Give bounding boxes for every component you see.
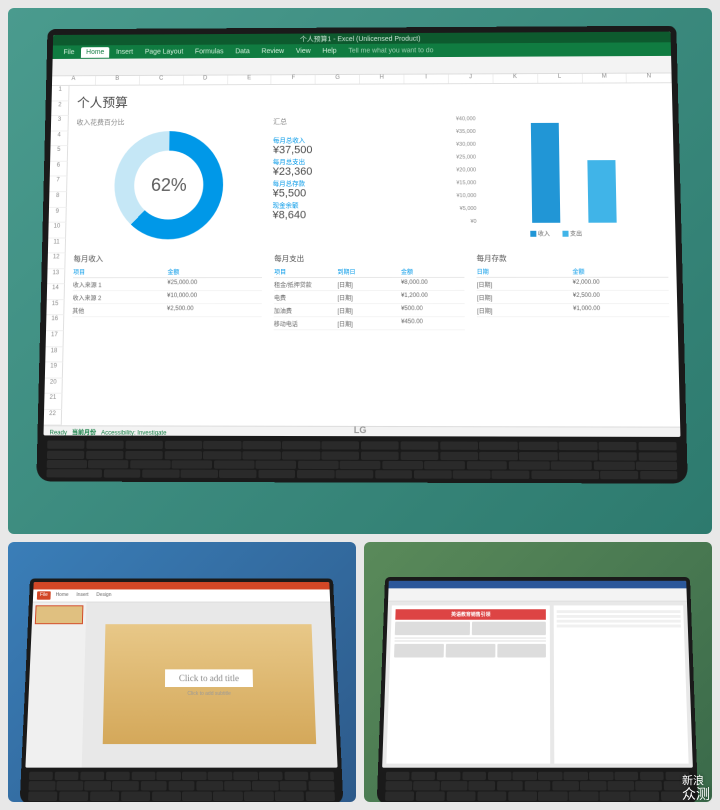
excel-photo: 个人预算1 - Excel (Unlicensed Product) File … (8, 8, 712, 534)
sheet-content[interactable]: 个人预算 收入花费百分比 62% 汇总 每月总收入¥37,500每月总支出¥23… (62, 83, 681, 427)
ppt-ribbon[interactable]: File Home Insert Design (33, 590, 331, 603)
word-window: 英语教育销售引领 (383, 581, 694, 768)
donut-pct: 62% (134, 151, 204, 220)
expense-table[interactable]: 每月支出项目到期日金额租金/抵押贷款[日期]¥8,000.00电费[日期]¥1,… (274, 253, 465, 330)
doc-heading: 英语教育销售引领 (396, 609, 547, 620)
savings-table[interactable]: 每月存款日期金额[日期]¥2,000.00[日期]¥2,500.00[日期]¥1… (476, 253, 670, 331)
tab-view[interactable]: View (291, 46, 316, 57)
tab-home[interactable]: Home (81, 47, 109, 58)
ppt-photo: File Home Insert Design Click to add tit… (8, 542, 356, 802)
slide-thumbs[interactable] (26, 603, 87, 768)
excel-window: 个人预算1 - Excel (Unlicensed Product) File … (43, 32, 680, 438)
income-table[interactable]: 每月收入项目金额收入来源 1¥25,000.00收入来源 2¥10,000.00… (72, 253, 262, 330)
keyboard (46, 441, 677, 480)
donut-label: 收入花费百分比 (76, 117, 263, 127)
word-document[interactable]: 英语教育销售引领 (387, 606, 551, 764)
slide-title-placeholder[interactable]: Click to add title (165, 669, 253, 687)
tab-insert[interactable]: Insert (74, 592, 92, 600)
tab-home[interactable]: Home (53, 592, 72, 600)
summary-title: 汇总 (273, 116, 432, 126)
ppt-window: File Home Insert Design Click to add tit… (26, 582, 338, 767)
tell-me[interactable]: Tell me what you want to do (343, 45, 438, 56)
bar-chart: ¥40,000¥35,000¥30,000¥25,000¥20,000¥15,0… (442, 116, 670, 225)
keyboard (28, 772, 335, 801)
page-title: 个人预算 (77, 87, 665, 114)
laptop: 英语教育销售引领 (377, 577, 699, 802)
bar-expense (587, 160, 616, 223)
tab-file[interactable]: File (37, 592, 51, 600)
donut-chart: 62% (113, 131, 223, 239)
word-side-panel[interactable] (554, 606, 689, 764)
tab-design[interactable]: Design (94, 592, 115, 600)
keyboard (385, 772, 690, 801)
bar-income (530, 123, 559, 223)
watermark: 新浪众测 (682, 775, 710, 802)
tab-help[interactable]: Help (317, 45, 341, 56)
laptop: 个人预算1 - Excel (Unlicensed Product) File … (36, 26, 688, 484)
tab-insert[interactable]: Insert (111, 47, 138, 58)
word-ribbon[interactable] (388, 589, 687, 602)
tab-review[interactable]: Review (256, 46, 288, 57)
slide: Click to add title Click to add subtitle (103, 625, 317, 744)
chart-legend: 收入 支出 (442, 229, 669, 238)
tab-file[interactable]: File (58, 47, 79, 58)
slide-subtitle-placeholder[interactable]: Click to add subtitle (188, 691, 231, 697)
slide-canvas[interactable]: Click to add title Click to add subtitle (82, 603, 338, 768)
word-photo: 英语教育销售引领 (364, 542, 712, 802)
laptop: File Home Insert Design Click to add tit… (20, 579, 344, 802)
tab-data[interactable]: Data (230, 46, 254, 57)
lg-logo: LG (354, 425, 367, 435)
tab-formulas[interactable]: Formulas (190, 46, 228, 57)
tab-page-layout[interactable]: Page Layout (140, 46, 188, 57)
